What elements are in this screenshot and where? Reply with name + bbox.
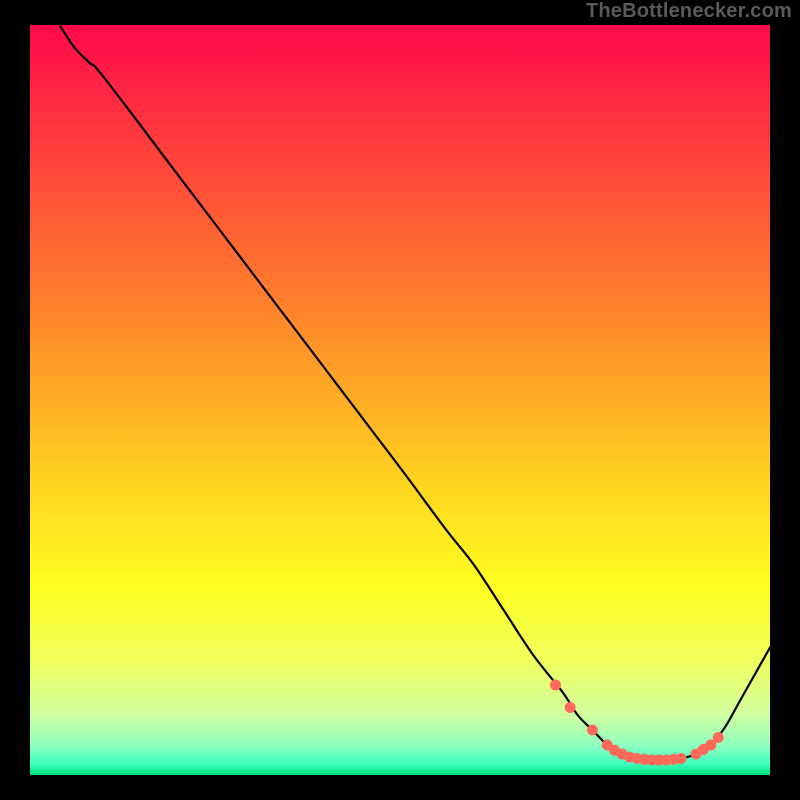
highlight-point: [587, 725, 598, 736]
chart-stage: TheBottlenecker.com: [0, 0, 800, 800]
chart-svg: [0, 0, 800, 800]
highlight-point: [565, 702, 576, 713]
highlight-point: [676, 753, 687, 764]
highlight-point: [713, 732, 724, 743]
highlight-point: [550, 680, 561, 691]
plot-background: [30, 25, 770, 775]
